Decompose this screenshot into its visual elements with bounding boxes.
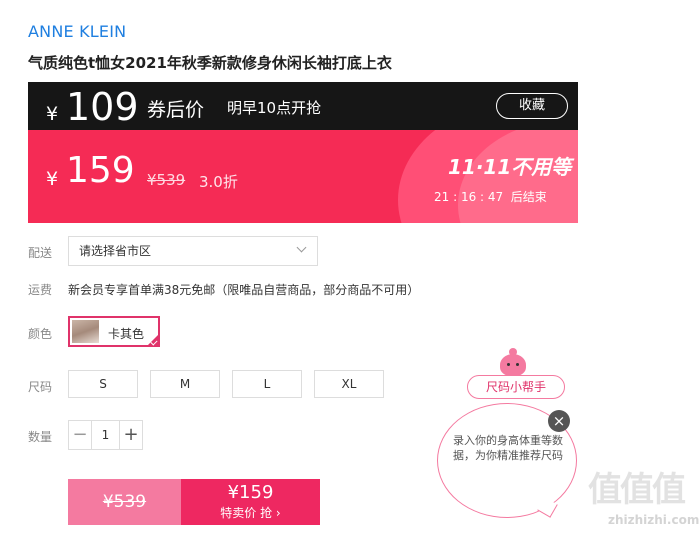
buy-now-button[interactable]: ¥159 特卖价 抢 › xyxy=(181,479,320,525)
mascot-icon xyxy=(500,348,526,376)
buy-action-label: 特卖价 抢 › xyxy=(220,506,281,520)
shipping-label: 运费 xyxy=(28,283,53,297)
buy-original-price: ¥539 xyxy=(68,479,181,525)
color-thumbnail xyxy=(72,320,99,343)
sale-start-text: 明早10点开抢 xyxy=(227,99,322,117)
mascot-eye xyxy=(507,363,510,366)
price-currency: ¥ xyxy=(46,168,59,190)
buy-button[interactable]: ¥539 ¥159 特卖价 抢 › xyxy=(68,479,320,525)
size-option-l[interactable]: L xyxy=(232,370,302,398)
quantity-value[interactable]: 1 xyxy=(91,421,120,449)
color-option-label: 卡其色 xyxy=(108,327,145,341)
size-option-xl[interactable]: XL xyxy=(314,370,384,398)
brand-name[interactable]: ANNE KLEIN xyxy=(28,22,126,41)
region-select-placeholder: 请选择省市区 xyxy=(79,244,152,258)
coupon-label: 券后价 xyxy=(147,99,205,121)
watermark-url: zhizhizhi.com xyxy=(608,513,700,527)
shipping-info: 新会员专享首单满38元免邮（限唯品自营商品，部分商品不可用） xyxy=(68,283,420,297)
coupon-price-bar: ¥ 109 券后价 明早10点开抢 收藏 xyxy=(28,82,578,130)
collect-button[interactable]: 收藏 xyxy=(496,93,568,119)
sale-event-title: 11·11不用等 xyxy=(448,155,572,179)
chevron-down-icon xyxy=(296,242,307,253)
mascot-tip xyxy=(509,348,517,356)
size-label: 尺码 xyxy=(28,380,53,394)
region-select[interactable]: 请选择省市区 xyxy=(68,236,318,266)
sale-price: 159 xyxy=(66,150,135,191)
mascot-eye xyxy=(516,363,519,366)
increase-button[interactable]: + xyxy=(120,421,142,449)
delivery-label: 配送 xyxy=(28,246,53,260)
watermark-logo: 值值值 xyxy=(588,470,686,510)
coupon-price: 109 xyxy=(66,85,139,129)
decrease-button[interactable]: − xyxy=(69,421,91,449)
size-helper-button[interactable]: 尺码小帮手 xyxy=(467,375,565,399)
close-icon[interactable]: × xyxy=(548,410,570,432)
bubble-tail xyxy=(537,497,558,518)
sale-price-banner: ¥ 159 ¥539 3.0折 11·11不用等 21 : 16 : 47 后结… xyxy=(28,130,578,223)
color-option-khaki[interactable]: 卡其色 xyxy=(68,316,160,347)
original-price: ¥539 xyxy=(147,171,186,189)
product-title: 气质纯色t恤女2021年秋季新款修身休闲长袖打底上衣 xyxy=(28,54,392,72)
size-helper-text: 录入你的身高体重等数据，为你精准推荐尺码 xyxy=(453,434,563,462)
size-option-s[interactable]: S xyxy=(68,370,138,398)
color-label: 颜色 xyxy=(28,327,53,341)
buy-sale-price: ¥159 xyxy=(227,482,274,503)
quantity-stepper: − 1 + xyxy=(68,420,143,450)
quantity-label: 数量 xyxy=(28,430,53,444)
discount-rate: 3.0折 xyxy=(199,173,238,191)
countdown-timer: 21 : 16 : 47 后结束 xyxy=(434,190,547,204)
size-option-m[interactable]: M xyxy=(150,370,220,398)
coupon-currency: ¥ xyxy=(46,103,59,125)
